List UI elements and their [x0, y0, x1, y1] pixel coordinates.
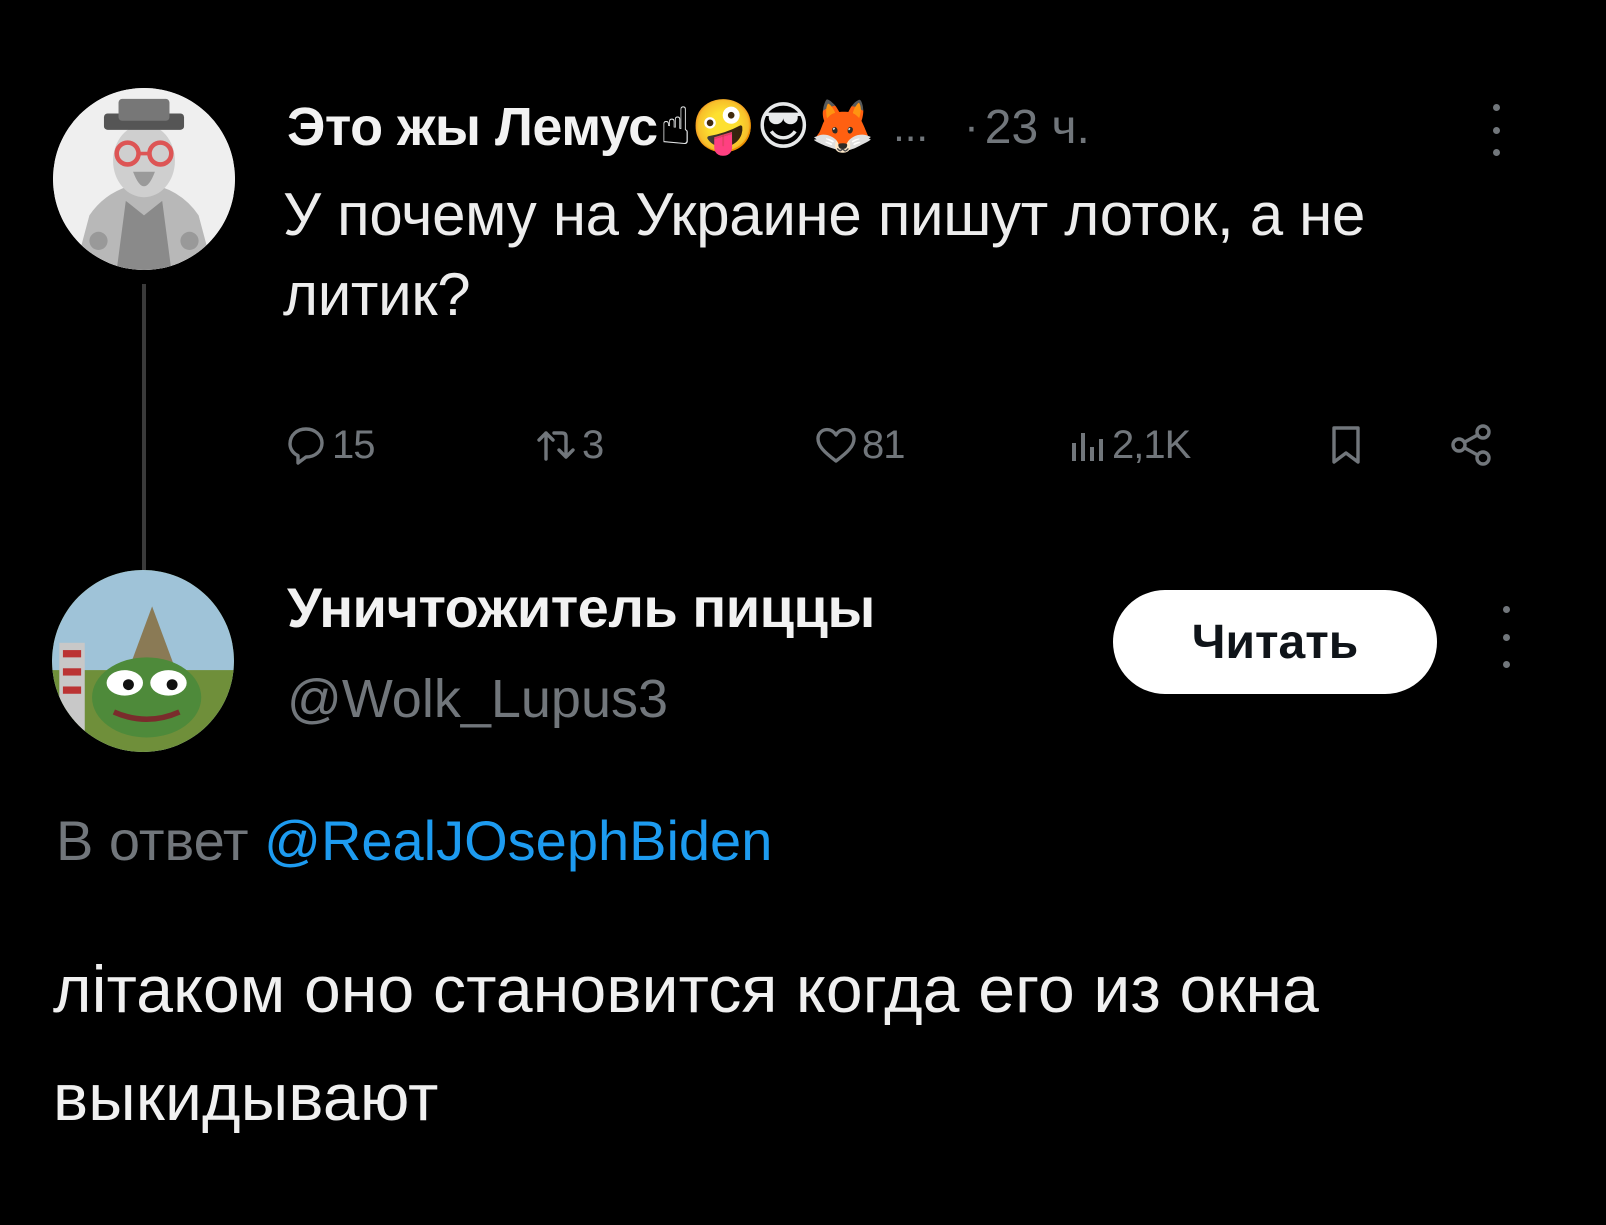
parent-author-name[interactable]: Это жы Лемус [287, 96, 658, 158]
reply-context: В ответ @RealJOsephBiden [56, 808, 772, 873]
like-button[interactable]: 81 [812, 405, 905, 485]
avatar-image [53, 88, 235, 270]
bookmark-icon [1322, 421, 1370, 469]
view-count: 2,1K [1112, 422, 1191, 467]
tweet-action-bar: 15 3 81 2,1K [282, 405, 1522, 485]
reply-button[interactable]: 15 [282, 405, 375, 485]
heart-icon [812, 421, 860, 469]
views-icon [1062, 421, 1110, 469]
views-button[interactable]: 2,1K [1062, 405, 1191, 485]
like-count: 81 [862, 422, 905, 467]
reply-icon [282, 421, 330, 469]
follow-button[interactable]: Читать [1113, 590, 1437, 694]
share-button[interactable] [1447, 405, 1495, 485]
header-separator: · [964, 102, 979, 151]
name-truncation: ... [893, 103, 929, 150]
parent-author-avatar[interactable] [53, 88, 235, 270]
parent-tweet-text: У почему на Украине пишут лоток, а не ли… [283, 181, 1366, 328]
more-icon[interactable] [1496, 606, 1516, 668]
avatar-image [52, 570, 234, 752]
share-icon [1447, 421, 1495, 469]
repost-icon [532, 421, 580, 469]
reply-author-name[interactable]: Уничтожитель пиццы [287, 575, 875, 640]
reply-count: 15 [332, 422, 375, 467]
more-icon[interactable] [1486, 104, 1506, 156]
author-name-emojis: ☝🤪😎🦊 [659, 98, 876, 156]
repost-count: 3 [582, 422, 604, 467]
thread-connector-line [142, 284, 146, 570]
reply-tweet-text: лiтаком оно становится когда его из окна… [53, 952, 1319, 1134]
reply-author-avatar[interactable] [52, 570, 234, 752]
bookmark-button[interactable] [1322, 405, 1370, 485]
repost-button[interactable]: 3 [532, 405, 604, 485]
reply-to-label: В ответ [56, 809, 249, 872]
post-timestamp[interactable]: 23 ч. [985, 100, 1090, 155]
reply-author-handle[interactable]: @Wolk_Lupus3 [287, 668, 668, 730]
reply-to-handle-link[interactable]: @RealJOsephBiden [264, 809, 772, 872]
parent-tweet-header: Это жы Лемус ☝🤪😎🦊 ... · 23 ч. [287, 92, 1090, 162]
